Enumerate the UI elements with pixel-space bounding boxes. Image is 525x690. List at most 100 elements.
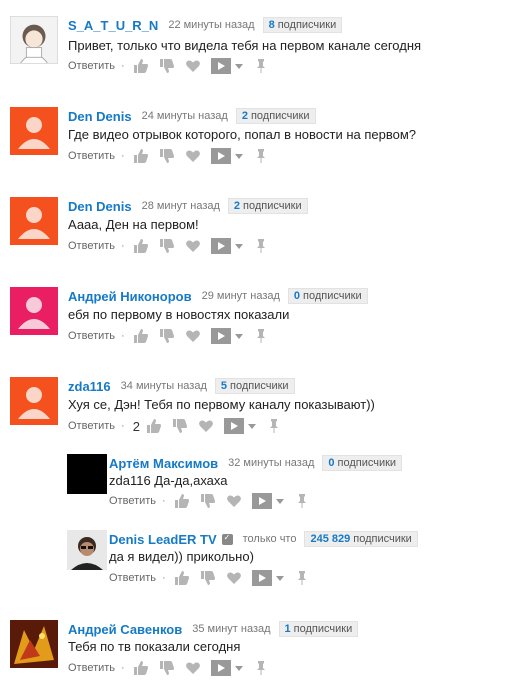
author-name[interactable]: S_A_T_U_R_N [68, 18, 158, 33]
pin-icon[interactable] [294, 493, 310, 509]
dropdown-caret-icon[interactable] [234, 63, 243, 69]
avatar[interactable] [10, 620, 58, 668]
dropdown-caret-icon[interactable] [234, 333, 243, 339]
timestamp[interactable]: только что [243, 533, 297, 545]
pin-icon[interactable] [294, 570, 310, 586]
share-icon[interactable] [210, 148, 231, 164]
timestamp[interactable]: 29 минут назад [202, 290, 280, 302]
pin-icon[interactable] [253, 58, 269, 74]
timestamp[interactable]: 32 минуты назад [228, 457, 314, 469]
avatar[interactable] [10, 377, 58, 425]
heart-icon[interactable] [185, 148, 201, 164]
thumb-up-icon[interactable] [133, 328, 149, 344]
timestamp[interactable]: 34 минуты назад [121, 380, 207, 392]
pin-icon[interactable] [253, 148, 269, 164]
timestamp[interactable]: 22 минуты назад [168, 19, 254, 31]
heart-icon[interactable] [185, 328, 201, 344]
share-icon[interactable] [210, 660, 231, 676]
comment-text: Хуя се, Дэн! Тебя по первому каналу пока… [68, 397, 375, 412]
thumb-up-icon[interactable] [133, 58, 149, 74]
heart-icon[interactable] [198, 418, 214, 434]
reply-button[interactable]: Ответить [68, 60, 115, 72]
heart-icon[interactable] [226, 493, 242, 509]
subscriber-label: подписчики [337, 457, 397, 469]
share-icon[interactable] [210, 328, 231, 344]
dropdown-caret-icon[interactable] [234, 665, 243, 671]
subscriber-count: 8 [268, 19, 275, 31]
avatar[interactable] [67, 530, 107, 570]
avatar[interactable] [10, 197, 58, 245]
pin-icon[interactable] [266, 418, 282, 434]
timestamp[interactable]: 28 минут назад [142, 200, 220, 212]
author-name[interactable]: Den Denis [68, 199, 132, 214]
reply-button[interactable]: Ответить [68, 240, 115, 252]
dropdown-caret-icon[interactable] [234, 243, 243, 249]
avatar[interactable] [10, 16, 58, 64]
reply-button[interactable]: Ответить [68, 420, 115, 432]
share-icon[interactable] [251, 493, 272, 509]
reply-button[interactable]: Ответить [68, 330, 115, 342]
thumb-down-icon[interactable] [159, 238, 175, 254]
comment-meta: Андрей Савенков 35 минут назад 1 подписчи… [68, 620, 359, 638]
thumb-up-icon[interactable] [146, 418, 162, 434]
share-icon[interactable] [210, 238, 231, 254]
author-name[interactable]: Denis LeadER TV [109, 532, 217, 547]
thumb-down-icon[interactable] [200, 570, 216, 586]
dropdown-caret-icon[interactable] [247, 423, 256, 429]
thumb-up-icon[interactable] [174, 493, 190, 509]
comment-actions: Ответить · [68, 56, 279, 76]
share-icon[interactable] [210, 58, 231, 74]
thumb-up-icon[interactable] [133, 660, 149, 676]
subscriber-label: подписчики [277, 19, 337, 31]
subscriber-badge: 2 подписчики [235, 108, 316, 124]
timestamp[interactable]: 24 минуты назад [142, 110, 228, 122]
share-icon[interactable] [223, 418, 244, 434]
subscriber-badge: 245 829 подписчики [304, 531, 418, 547]
subscriber-count: 2 [241, 110, 248, 122]
share-icon[interactable] [251, 570, 272, 586]
comment-meta: zda116 34 минуты назад 5 подписчики [68, 377, 295, 395]
thumb-up-icon[interactable] [133, 148, 149, 164]
comment-actions: Ответить · [68, 146, 279, 166]
pin-icon[interactable] [253, 238, 269, 254]
author-name[interactable]: Андрей Никоноров [68, 289, 192, 304]
pin-icon[interactable] [253, 660, 269, 676]
avatar[interactable] [10, 287, 58, 335]
thumb-down-icon[interactable] [172, 418, 188, 434]
reply-button[interactable]: Ответить [109, 495, 156, 507]
pin-icon[interactable] [253, 328, 269, 344]
reply-button[interactable]: Ответить [109, 572, 156, 584]
avatar[interactable] [67, 454, 107, 494]
reply-button[interactable]: Ответить [68, 662, 115, 674]
comment-text: Аааа, Ден на первом! [68, 217, 199, 232]
timestamp[interactable]: 35 минут назад [192, 623, 270, 635]
comment-actions: Ответить · 2 [68, 416, 292, 436]
heart-icon[interactable] [185, 58, 201, 74]
thumb-up-icon[interactable] [174, 570, 190, 586]
dropdown-caret-icon[interactable] [275, 498, 284, 504]
heart-icon[interactable] [185, 238, 201, 254]
subscriber-label: подписчики [353, 533, 412, 545]
heart-icon[interactable] [185, 660, 201, 676]
author-name[interactable]: Артём Максимов [109, 456, 218, 471]
separator-dot: · [162, 572, 166, 584]
avatar[interactable] [10, 107, 58, 155]
thumb-down-icon[interactable] [159, 58, 175, 74]
author-name[interactable]: Den Denis [68, 109, 132, 124]
thumb-up-icon[interactable] [133, 238, 149, 254]
dropdown-caret-icon[interactable] [234, 153, 243, 159]
thumb-down-icon[interactable] [200, 493, 216, 509]
comment-text: да я видел)) прикольно) [109, 549, 254, 564]
thumb-down-icon[interactable] [159, 660, 175, 676]
subscriber-badge: 1 подписчики [278, 621, 359, 637]
thumb-down-icon[interactable] [159, 148, 175, 164]
reply-button[interactable]: Ответить [68, 150, 115, 162]
thumb-down-icon[interactable] [159, 328, 175, 344]
dropdown-caret-icon[interactable] [275, 575, 284, 581]
author-name[interactable]: zda116 [68, 379, 111, 394]
heart-icon[interactable] [226, 570, 242, 586]
comment-text: zda116 Да-да,ахаха [109, 473, 228, 488]
subscriber-badge: 2 подписчики [227, 198, 308, 214]
author-name[interactable]: Андрей Савенков [68, 622, 182, 637]
comment-actions: Ответить · [68, 658, 279, 678]
